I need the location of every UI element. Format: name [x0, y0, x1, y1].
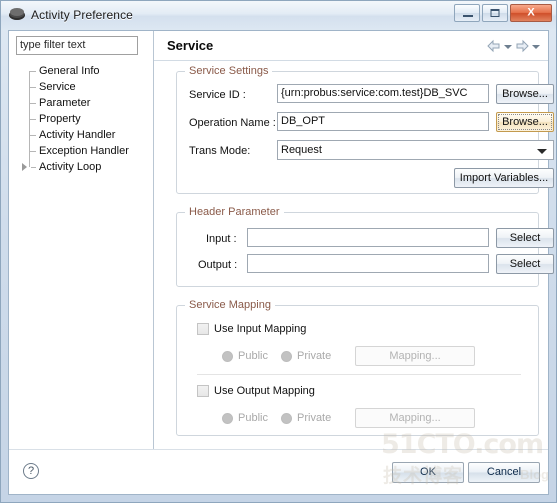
- trans-mode-select[interactable]: Request: [277, 140, 554, 160]
- maximize-button[interactable]: [482, 4, 508, 22]
- preference-tree: General Info Service Parameter Property …: [9, 63, 153, 175]
- activity-preference-dialog: Activity Preference X type filter text G…: [0, 0, 557, 503]
- page-title: Service: [167, 38, 214, 53]
- ok-button[interactable]: OK: [392, 462, 464, 483]
- dialog-footer: ? OK Cancel: [9, 449, 548, 494]
- back-arrow-icon[interactable]: [486, 39, 502, 53]
- sidebar-item-label: Exception Handler: [39, 145, 129, 157]
- service-mapping-group: Service Mapping Use Input Mapping Public…: [176, 299, 539, 436]
- back-dropdown-icon[interactable]: [504, 45, 512, 49]
- header-output-field[interactable]: [247, 254, 489, 273]
- input-public-label: Public: [238, 350, 268, 362]
- sidebar-item-label: Activity Loop: [39, 161, 102, 173]
- use-output-mapping-label: Use Output Mapping: [214, 385, 315, 397]
- service-id-input[interactable]: {urn:probus:service:com.test}DB_SVC: [277, 84, 489, 103]
- close-button[interactable]: X: [510, 4, 552, 22]
- header-output-select-button[interactable]: Select: [496, 254, 554, 274]
- chevron-right-icon[interactable]: [22, 163, 27, 171]
- sidebar-item-property[interactable]: Property: [9, 111, 153, 127]
- sidebar-item-exception-handler[interactable]: Exception Handler: [9, 143, 153, 159]
- service-id-browse-button[interactable]: Browse...: [496, 84, 554, 104]
- forward-arrow-icon[interactable]: [514, 39, 530, 53]
- window-controls: X: [454, 4, 552, 22]
- output-mapping-button[interactable]: Mapping...: [355, 408, 475, 428]
- use-input-mapping-checkbox[interactable]: [197, 323, 209, 335]
- operation-name-label: Operation Name :: [189, 117, 276, 129]
- preference-disc-icon: [9, 7, 25, 23]
- mapping-separator: [197, 374, 521, 375]
- use-input-mapping-row[interactable]: Use Input Mapping: [197, 323, 306, 335]
- sidebar-item-parameter[interactable]: Parameter: [9, 95, 153, 111]
- dialog-body: type filter text General Info Service Pa…: [8, 30, 554, 495]
- chevron-down-icon: [537, 149, 547, 154]
- service-id-label: Service ID :: [189, 89, 246, 101]
- sidebar-item-activity-handler[interactable]: Activity Handler: [9, 127, 153, 143]
- page-header: Service: [154, 31, 548, 61]
- use-output-mapping-row[interactable]: Use Output Mapping: [197, 385, 315, 397]
- forward-dropdown-icon[interactable]: [532, 45, 540, 49]
- import-variables-button[interactable]: Import Variables...: [454, 168, 554, 188]
- sidebar-item-label: Activity Handler: [39, 129, 116, 141]
- cancel-button[interactable]: Cancel: [468, 462, 540, 483]
- input-private-radio[interactable]: [281, 350, 292, 362]
- sidebar-item-label: General Info: [39, 65, 100, 77]
- input-private-radio-row[interactable]: Private: [281, 350, 331, 362]
- help-icon[interactable]: ?: [23, 463, 39, 479]
- output-private-label: Private: [297, 412, 332, 424]
- minimize-button[interactable]: [454, 4, 480, 22]
- navigation-controls: [486, 39, 540, 53]
- input-public-radio[interactable]: [222, 350, 233, 362]
- sidebar-item-general-info[interactable]: General Info: [9, 63, 153, 79]
- title-bar[interactable]: Activity Preference X: [1, 1, 556, 29]
- use-output-mapping-checkbox[interactable]: [197, 385, 209, 397]
- header-parameter-group: Header Parameter Input : Select Output :…: [176, 206, 554, 287]
- group-legend: Header Parameter: [185, 206, 284, 218]
- input-private-label: Private: [297, 350, 332, 362]
- output-public-radio-row[interactable]: Public: [222, 412, 268, 424]
- filter-input[interactable]: type filter text: [16, 36, 138, 55]
- input-mapping-button[interactable]: Mapping...: [355, 346, 475, 366]
- output-public-radio[interactable]: [222, 412, 233, 424]
- sidebar-item-label: Parameter: [39, 97, 91, 109]
- operation-name-browse-button[interactable]: Browse...: [496, 112, 554, 132]
- trans-mode-label: Trans Mode:: [189, 145, 251, 157]
- sidebar-item-activity-loop[interactable]: Activity Loop: [9, 159, 153, 175]
- input-public-radio-row[interactable]: Public: [222, 350, 268, 362]
- service-settings-group: Service Settings Service ID : {urn:probu…: [176, 65, 554, 194]
- output-private-radio-row[interactable]: Private: [281, 412, 331, 424]
- sidebar-item-service[interactable]: Service: [9, 79, 153, 95]
- operation-name-input[interactable]: DB_OPT: [277, 112, 489, 131]
- sidebar-item-label: Property: [39, 113, 81, 125]
- group-legend: Service Mapping: [185, 299, 275, 311]
- service-settings-panel: Service Service Settings Service ID : {u…: [154, 31, 554, 449]
- preference-sidebar: type filter text General Info Service Pa…: [9, 31, 153, 449]
- sidebar-item-label: Service: [39, 81, 76, 93]
- window-title: Activity Preference: [31, 8, 133, 22]
- output-private-radio[interactable]: [281, 412, 292, 424]
- use-input-mapping-label: Use Input Mapping: [214, 323, 307, 335]
- header-input-select-button[interactable]: Select: [496, 228, 554, 248]
- group-legend: Service Settings: [185, 65, 273, 77]
- header-input-field[interactable]: [247, 228, 489, 247]
- close-icon: X: [527, 6, 535, 19]
- output-public-label: Public: [238, 412, 268, 424]
- trans-mode-value: Request: [281, 144, 322, 156]
- header-output-label: Output :: [198, 259, 238, 271]
- header-input-label: Input :: [206, 233, 237, 245]
